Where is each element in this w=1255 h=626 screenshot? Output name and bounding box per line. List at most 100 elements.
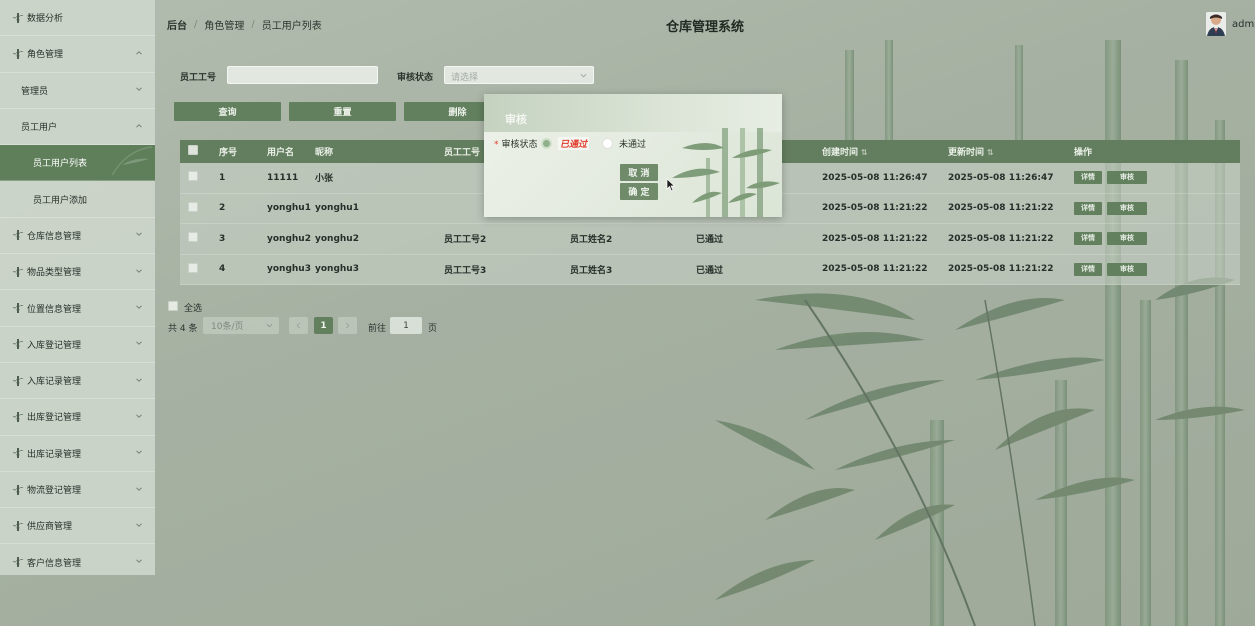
sidebar-item-4[interactable]: 员工用户	[0, 109, 155, 146]
table-cell-updated: 2025-05-08 11:21:22	[948, 264, 1054, 275]
column-header-label: 序号	[219, 148, 238, 158]
radio-pass-label[interactable]: 已通过	[558, 137, 590, 150]
sidebar-item-1[interactable]: 数据分析	[0, 0, 155, 37]
table-row: 4 yonghu3 yonghu3 员工工号3 员工姓名3 已通过 2025-05-08 1…	[180, 254, 1240, 285]
table-cell-emp-name: 员工姓名2	[570, 235, 613, 246]
audit-button[interactable]: 审核	[1107, 201, 1147, 215]
table-cell-emp-no: 员工工号3	[444, 265, 487, 276]
table-cell-created: 2025-05-08 11:21:22	[822, 233, 928, 244]
radio-fail-label[interactable]: 未通过	[619, 137, 646, 150]
sidebar-item-12[interactable]: 出库登记管理	[0, 399, 155, 436]
sidebar-item-15[interactable]: 供应商管理	[0, 508, 155, 545]
sidebar-item-14[interactable]: 物流登记管理	[0, 472, 155, 509]
emp-no-input[interactable]	[227, 66, 378, 84]
sidebar-item-label: 客户信息管理	[27, 558, 82, 569]
dialog-bamboo-decoration	[672, 128, 780, 217]
page-size-select[interactable]: 10条/页	[203, 317, 279, 334]
user-avatar-icon	[1206, 12, 1226, 36]
table-cell-index: 1	[219, 172, 226, 183]
sidebar-item-7[interactable]: 仓库信息管理	[0, 218, 155, 255]
sidebar-item-8[interactable]: 物品类型管理	[0, 254, 155, 291]
chevron-right-icon	[345, 322, 350, 329]
chevron-down-icon	[135, 448, 143, 456]
table-cell-emp-no: 员工工号2	[444, 235, 487, 246]
chevron-down-icon	[135, 485, 143, 493]
chevron-down-icon	[266, 323, 273, 328]
sidebar-item-16[interactable]: 客户信息管理	[0, 544, 155, 575]
reset-button[interactable]: 重置	[289, 102, 396, 121]
row-actions: 详情 审核	[1074, 201, 1190, 215]
column-header: 用户名	[267, 145, 315, 158]
table-cell-nickname: 小张	[315, 174, 334, 185]
table-cell-nickname: yonghu1	[315, 203, 359, 214]
column-header[interactable]: 更新时间 ⇅	[948, 145, 1074, 158]
cancel-button[interactable]: 取 消	[620, 164, 658, 181]
active-leaf-decoration	[107, 145, 155, 180]
sidebar-item-13[interactable]: 出库记录管理	[0, 436, 155, 472]
goto-page-input[interactable]: 1	[390, 317, 422, 334]
bamboo-icon	[12, 48, 24, 60]
detail-button[interactable]: 详情	[1074, 262, 1102, 276]
mouse-cursor-icon	[666, 178, 676, 192]
emp-no-label: 员工工号	[180, 73, 217, 83]
next-page-button[interactable]	[338, 317, 357, 334]
chevron-down-icon	[135, 376, 143, 384]
table-cell-created: 2025-05-08 11:26:47	[822, 172, 928, 183]
sidebar-item-11[interactable]: 入库记录管理	[0, 363, 155, 400]
audit-button[interactable]: 审核	[1107, 262, 1147, 276]
audit-button[interactable]: 审核	[1107, 232, 1147, 246]
radio-pass[interactable]	[541, 138, 552, 149]
sidebar-item-6[interactable]: 员工用户添加	[0, 181, 155, 218]
select-all-label: 全选	[184, 304, 203, 314]
audit-dialog: 审核 * 审核状态 已通过 未通过 取 消 确 定	[484, 94, 782, 217]
bamboo-icon	[12, 338, 24, 350]
column-header: 操作	[1074, 145, 1190, 158]
table-cell-username: yonghu3	[267, 264, 311, 275]
sidebar-item-9[interactable]: 位置信息管理	[0, 290, 155, 327]
query-button[interactable]: 查询	[174, 102, 281, 121]
confirm-button[interactable]: 确 定	[620, 183, 658, 200]
goto-label: 前往	[368, 324, 387, 334]
column-header-label: 更新时间	[948, 148, 985, 158]
sidebar-item-3[interactable]: 管理员	[0, 73, 155, 109]
sidebar-item-5[interactable]: 员工用户列表	[0, 145, 155, 182]
chevron-down-icon	[135, 230, 143, 238]
page-1-button[interactable]: 1	[314, 317, 333, 334]
detail-button[interactable]: 详情	[1074, 171, 1102, 185]
sidebar-item-label: 物品类型管理	[27, 268, 82, 279]
table-cell-status: 已通过	[696, 235, 724, 246]
row-checkbox[interactable]	[188, 201, 198, 212]
sidebar-item-2[interactable]: 角色管理	[0, 36, 155, 73]
sidebar-item-label: 仓库信息管理	[27, 231, 82, 242]
column-header: 昵称	[315, 145, 444, 158]
sidebar-item-10[interactable]: 入库登记管理	[0, 327, 155, 363]
detail-button[interactable]: 详情	[1074, 201, 1102, 215]
detail-button[interactable]: 详情	[1074, 232, 1102, 246]
column-header[interactable]: 创建时间 ⇅	[822, 145, 948, 158]
header-checkbox[interactable]	[188, 145, 198, 155]
sidebar-item-label: 员工用户列表	[33, 159, 88, 170]
row-checkbox[interactable]	[188, 171, 198, 182]
dialog-titlebar	[484, 94, 782, 132]
table-cell-username: yonghu1	[267, 203, 311, 214]
prev-page-button[interactable]	[289, 317, 308, 334]
table-cell-username: yonghu2	[267, 233, 311, 244]
status-select[interactable]: 请选择	[444, 66, 594, 84]
row-checkbox[interactable]	[188, 232, 198, 243]
column-header-label: 操作	[1074, 148, 1093, 158]
audit-button[interactable]: 审核	[1107, 171, 1147, 185]
chevron-down-icon	[135, 557, 143, 565]
sidebar-item-label: 入库记录管理	[27, 377, 82, 388]
page-size-value: 10条/页	[211, 322, 244, 332]
sidebar-item-label: 角色管理	[27, 50, 64, 61]
radio-fail[interactable]	[602, 138, 613, 149]
admin-username[interactable]: admin	[1232, 19, 1255, 30]
table-cell-index: 3	[219, 233, 226, 244]
select-all-checkbox[interactable]	[168, 301, 178, 311]
bamboo-icon	[12, 484, 24, 496]
top-header: 后台 / 角色管理 / 员工用户列表 仓库管理系统 admin	[155, 0, 1255, 47]
dialog-title: 审核	[505, 113, 527, 126]
column-header-label: 员工工号	[444, 148, 481, 158]
row-checkbox[interactable]	[188, 262, 198, 273]
avatar[interactable]	[1206, 12, 1226, 36]
